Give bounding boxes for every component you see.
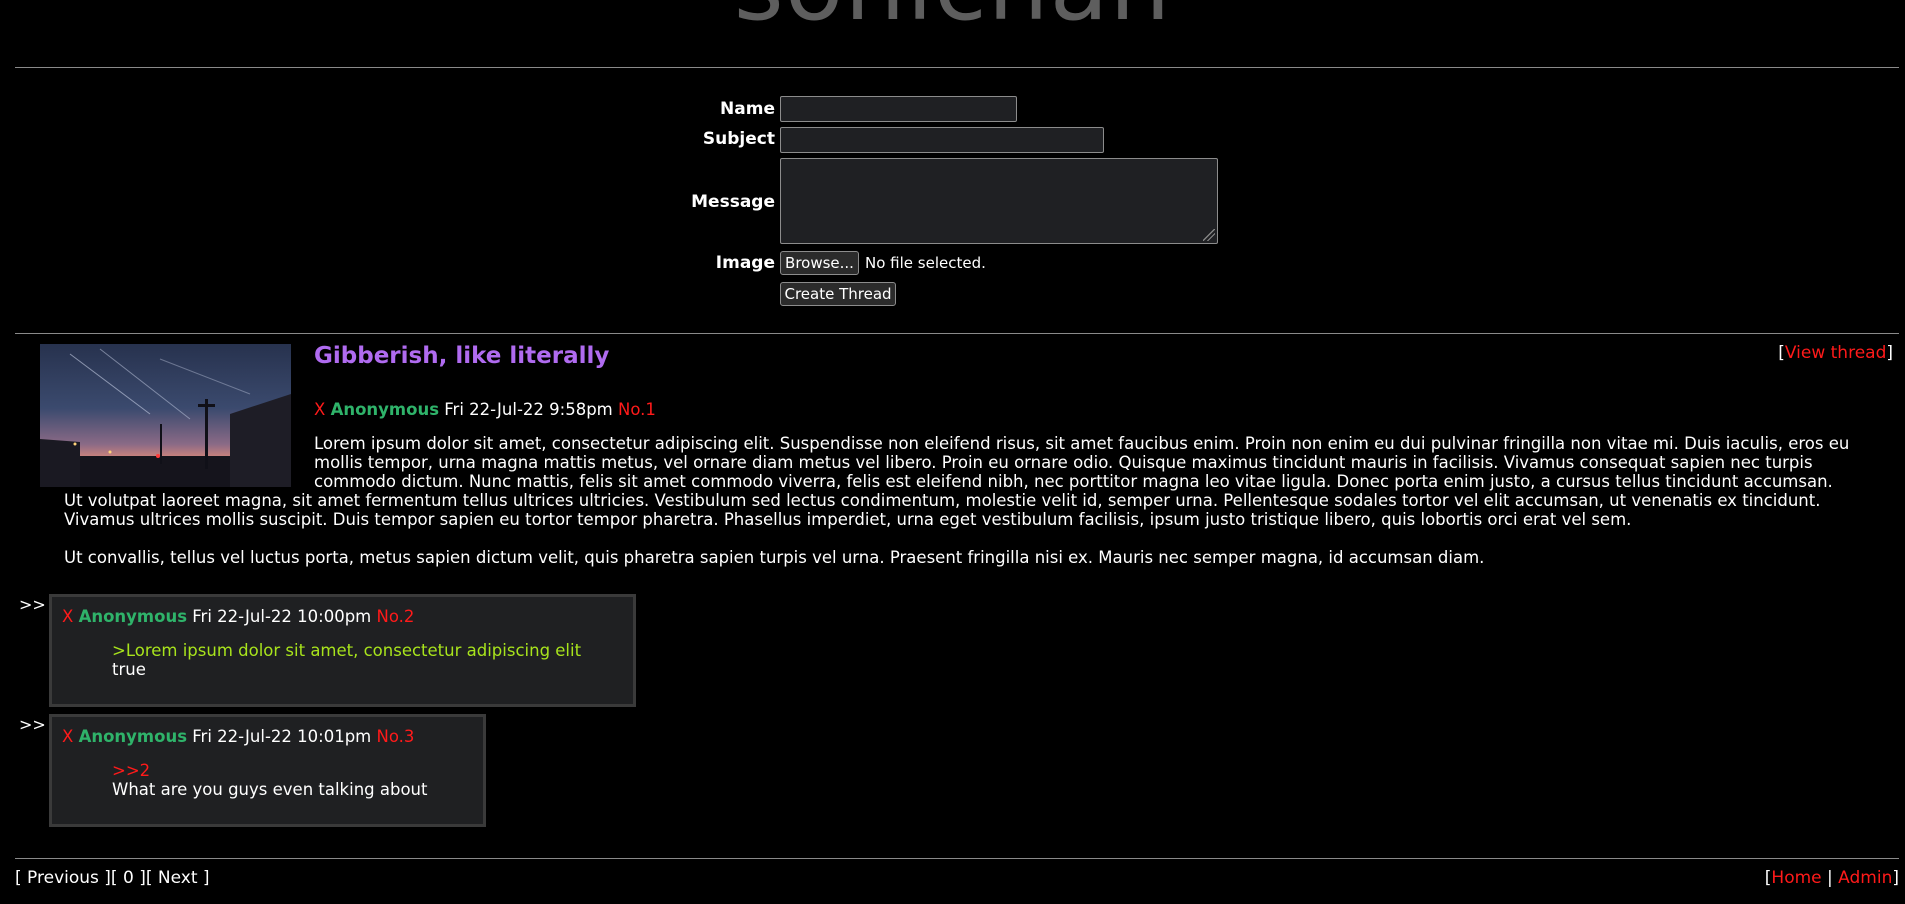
reply-message: >>2 What are you guys even talking about	[112, 761, 427, 799]
reply-post: X Anonymous Fri 22-Jul-22 10:00pm No.2 >…	[49, 594, 636, 707]
next-page-link[interactable]: Next	[158, 868, 198, 888]
previous-page-link[interactable]: Previous	[27, 868, 99, 888]
greentext-quote: >Lorem ipsum dolor sit amet, consectetur…	[112, 641, 582, 660]
op-meta: X Anonymous Fri 22-Jul-22 9:58pm No.1	[314, 400, 656, 419]
resize-grip-icon[interactable]	[1203, 229, 1215, 241]
file-status: No file selected.	[865, 254, 986, 272]
thread-title[interactable]: Gibberish, like literally	[314, 343, 609, 369]
quote-link[interactable]: >>2	[112, 761, 427, 780]
message-label: Message	[691, 192, 775, 212]
footer-divider	[15, 858, 1899, 859]
post-date: Fri 22-Jul-22 10:00pm	[192, 607, 372, 626]
bracket-left: [	[1778, 343, 1785, 363]
op-message: Lorem ipsum dolor sit amet, consectetur …	[64, 434, 1854, 567]
op-paragraph: Ut convallis, tellus vel luctus porta, m…	[64, 548, 1485, 567]
reply-message: >Lorem ipsum dolor sit amet, consectetur…	[112, 641, 581, 679]
name-label: Name	[720, 99, 775, 119]
header-divider	[15, 67, 1899, 68]
reply-arrow: >>	[19, 715, 46, 734]
post-date: Fri 22-Jul-22 9:58pm	[444, 400, 613, 419]
pager-bracket: ]	[197, 868, 210, 888]
delete-post-button[interactable]: X	[62, 727, 73, 746]
site-logo[interactable]: sonichan	[0, 0, 1905, 34]
form-divider	[15, 333, 1899, 334]
image-label: Image	[715, 253, 775, 273]
home-link[interactable]: Home	[1771, 868, 1821, 888]
message-textarea[interactable]	[780, 158, 1218, 244]
link-separator: |	[1821, 868, 1839, 888]
delete-post-button[interactable]: X	[314, 400, 325, 419]
create-thread-button[interactable]: Create Thread	[780, 282, 896, 306]
page: sonichan Name Subject Message Image Brow…	[0, 0, 1905, 904]
bracket-right: ]	[1892, 868, 1899, 888]
post-author: Anonymous	[78, 727, 188, 746]
view-thread-label[interactable]: View thread	[1785, 343, 1886, 363]
view-thread-link[interactable]: [View thread]	[1778, 343, 1893, 363]
footer-links: [Home | Admin]	[1765, 868, 1899, 888]
reply-meta: X Anonymous Fri 22-Jul-22 10:01pm No.3	[62, 727, 414, 746]
post-author: Anonymous	[330, 400, 440, 419]
post-number-link[interactable]: No.2	[377, 607, 415, 626]
post-date: Fri 22-Jul-22 10:01pm	[192, 727, 372, 746]
op-paragraph: Lorem ipsum dolor sit amet, consectetur …	[64, 434, 1850, 529]
pagination: [ Previous ][ 0 ][ Next ]	[15, 868, 210, 888]
admin-link[interactable]: Admin	[1838, 868, 1892, 888]
delete-post-button[interactable]: X	[62, 607, 73, 626]
subject-label: Subject	[702, 129, 775, 149]
reply-post: X Anonymous Fri 22-Jul-22 10:01pm No.3 >…	[49, 714, 486, 827]
current-page-number[interactable]: 0	[123, 868, 134, 888]
browse-button[interactable]: Browse...	[780, 251, 859, 275]
reply-text: What are you guys even talking about	[112, 780, 428, 799]
pager-bracket: ][	[98, 868, 123, 888]
reply-text: true	[112, 660, 146, 679]
name-input[interactable]	[780, 96, 1017, 122]
reply-arrow: >>	[19, 595, 46, 614]
pager-bracket: ][	[133, 868, 158, 888]
subject-input[interactable]	[780, 127, 1104, 153]
bracket-right: ]	[1886, 343, 1893, 363]
reply-meta: X Anonymous Fri 22-Jul-22 10:00pm No.2	[62, 607, 414, 626]
pager-bracket: [	[15, 868, 28, 888]
post-number-link[interactable]: No.3	[377, 727, 415, 746]
post-number-link[interactable]: No.1	[618, 400, 656, 419]
post-author: Anonymous	[78, 607, 188, 626]
